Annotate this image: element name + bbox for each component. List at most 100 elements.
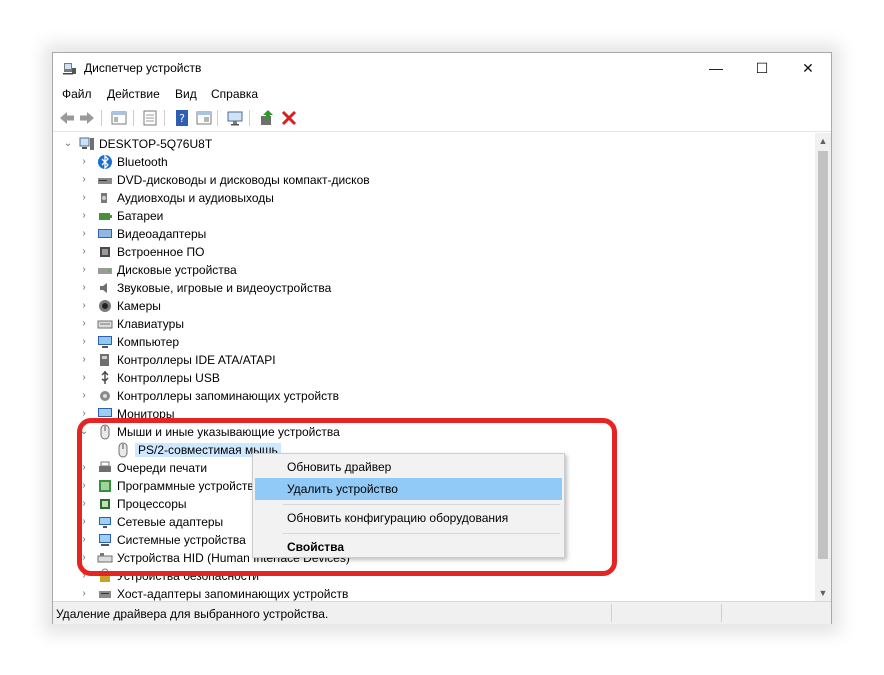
menu-file[interactable]: Файл	[62, 87, 92, 101]
show-hide-tree-icon[interactable]	[110, 109, 128, 127]
keyboard-icon	[97, 320, 113, 329]
tree-item-label: Звуковые, игровые и видеоустройства	[117, 281, 332, 295]
tree-category-item[interactable]: › Звуковые, игровые и видеоустройства	[53, 279, 813, 297]
title-bar[interactable]: Диспетчер устройств — ☐ ✕	[53, 53, 831, 83]
toolbar-separator	[249, 110, 250, 126]
storage-controller-icon	[100, 391, 110, 401]
close-button[interactable]: ✕	[785, 53, 831, 83]
help-icon[interactable]: ?	[173, 109, 191, 127]
audio-io-icon	[101, 193, 107, 203]
tree-category-item[interactable]: › Bluetooth	[53, 153, 813, 171]
tree-item-label: Дисковые устройства	[117, 263, 237, 277]
back-icon[interactable]	[58, 109, 76, 127]
tree-category-item[interactable]: › Аудиовходы и аудиовыходы	[53, 189, 813, 207]
chevron-right-icon[interactable]: ›	[79, 336, 89, 348]
status-separator	[721, 604, 722, 622]
computer-root-icon	[79, 137, 94, 150]
tree-category-item[interactable]: › DVD-дисководы и дисководы компакт-диско…	[53, 171, 813, 189]
chevron-right-icon[interactable]: ›	[79, 318, 89, 330]
status-text: Удаление драйвера для выбранного устройс…	[56, 607, 329, 621]
maximize-button[interactable]: ☐	[739, 53, 785, 83]
tree-category-item[interactable]: › Хост-адаптеры запоминающих устройств	[53, 585, 813, 601]
sound-video-icon	[100, 283, 107, 293]
computer-icon	[98, 336, 112, 348]
menu-bar: Файл Действие Вид Справка	[53, 83, 831, 105]
storage-host-icon	[99, 591, 111, 598]
chevron-right-icon[interactable]: ›	[79, 300, 89, 312]
display-adapter-icon	[98, 229, 112, 238]
tree-item-label: Хост-адаптеры запоминающих устройств	[117, 587, 349, 601]
camera-icon	[99, 300, 111, 312]
properties-icon[interactable]	[141, 109, 159, 127]
tree-item-label: Батареи	[117, 209, 164, 223]
forward-icon[interactable]	[78, 109, 96, 127]
ide-controller-icon	[100, 354, 109, 366]
toolbar-separator	[164, 110, 165, 126]
usb-controller-icon	[101, 371, 109, 384]
toolbar: ?	[53, 105, 831, 132]
scroll-down-arrow-icon[interactable]: ▼	[815, 585, 831, 601]
toolbar-separator	[133, 110, 134, 126]
dvd-drive-icon	[98, 178, 112, 184]
tree-item-label: Контроллеры USB	[117, 371, 220, 385]
tree-category-item[interactable]: › Контроллеры USB	[53, 369, 813, 387]
svg-text:?: ?	[179, 112, 185, 125]
status-bar: Удаление драйвера для выбранного устройс…	[53, 601, 831, 624]
toolbar-separator	[217, 110, 218, 126]
chevron-right-icon[interactable]: ›	[79, 354, 89, 366]
toolbar-separator	[101, 110, 102, 126]
battery-icon	[99, 213, 112, 220]
uninstall-x-icon[interactable]	[280, 109, 298, 127]
vertical-scrollbar[interactable]: ▲ ▼	[815, 133, 831, 601]
tree-root[interactable]: ⌄ DESKTOP-5Q76U8T	[53, 135, 813, 153]
status-separator	[611, 604, 612, 622]
chevron-right-icon[interactable]: ›	[79, 246, 89, 258]
chevron-down-icon[interactable]: ⌄	[63, 138, 73, 150]
chevron-right-icon[interactable]: ›	[79, 372, 89, 384]
tree-category-item[interactable]: › Дисковые устройства	[53, 261, 813, 279]
tree-category-item[interactable]: › Компьютер	[53, 333, 813, 351]
tree-item-label: Bluetooth	[117, 155, 168, 169]
tree-category-item[interactable]: › Встроенное ПО	[53, 243, 813, 261]
tree-category-item[interactable]: › Видеоадаптеры	[53, 225, 813, 243]
disk-drive-icon	[98, 268, 112, 274]
tree-root-label: DESKTOP-5Q76U8T	[99, 137, 213, 151]
tree-category-item[interactable]: › Контроллеры IDE ATA/ATAPI	[53, 351, 813, 369]
tree-item-label: Контроллеры запоминающих устройств	[117, 389, 339, 403]
chevron-right-icon[interactable]: ›	[79, 174, 89, 186]
tree-item-label: Клавиатуры	[117, 317, 184, 331]
tree-category-item[interactable]: › Контроллеры запоминающих устройств	[53, 387, 813, 405]
bluetooth-icon	[98, 154, 112, 170]
chevron-right-icon[interactable]: ›	[79, 264, 89, 276]
menu-action[interactable]: Действие	[107, 87, 160, 101]
scrollbar-thumb[interactable]	[818, 151, 828, 559]
chevron-right-icon[interactable]: ›	[79, 588, 89, 600]
tree-item-label: Компьютер	[117, 335, 180, 349]
device-manager-app-icon	[63, 63, 76, 75]
tree-category-item[interactable]: › Батареи	[53, 207, 813, 225]
scroll-up-arrow-icon[interactable]: ▲	[815, 133, 831, 149]
tree-item-label: DVD-дисководы и дисководы компакт-дисков	[117, 173, 370, 187]
chevron-right-icon[interactable]: ›	[79, 156, 89, 168]
chevron-right-icon[interactable]: ›	[79, 282, 89, 294]
firmware-icon	[100, 247, 110, 257]
chevron-right-icon[interactable]: ›	[79, 228, 89, 240]
minimize-button[interactable]: —	[693, 53, 739, 83]
action-view-icon[interactable]	[195, 109, 213, 127]
tree-category-item[interactable]: › Камеры	[53, 297, 813, 315]
tree-category-item[interactable]: › Клавиатуры	[53, 315, 813, 333]
tree-item-label: Аудиовходы и аудиовыходы	[117, 191, 274, 205]
tree-item-label: Видеоадаптеры	[117, 227, 207, 241]
chevron-right-icon[interactable]: ›	[79, 390, 89, 402]
tree-item-label: Встроенное ПО	[117, 245, 205, 259]
tree-item-label: Контроллеры IDE ATA/ATAPI	[117, 353, 276, 367]
monitor-scan-icon[interactable]	[226, 109, 244, 127]
window-title: Диспетчер устройств	[84, 61, 202, 75]
update-driver-icon[interactable]	[258, 109, 276, 127]
tree-item-label: Камеры	[117, 299, 161, 313]
chevron-right-icon[interactable]: ›	[79, 192, 89, 204]
highlight-annotation-box	[77, 418, 617, 576]
menu-view[interactable]: Вид	[175, 87, 197, 101]
chevron-right-icon[interactable]: ›	[79, 210, 89, 222]
menu-help[interactable]: Справка	[211, 87, 258, 101]
